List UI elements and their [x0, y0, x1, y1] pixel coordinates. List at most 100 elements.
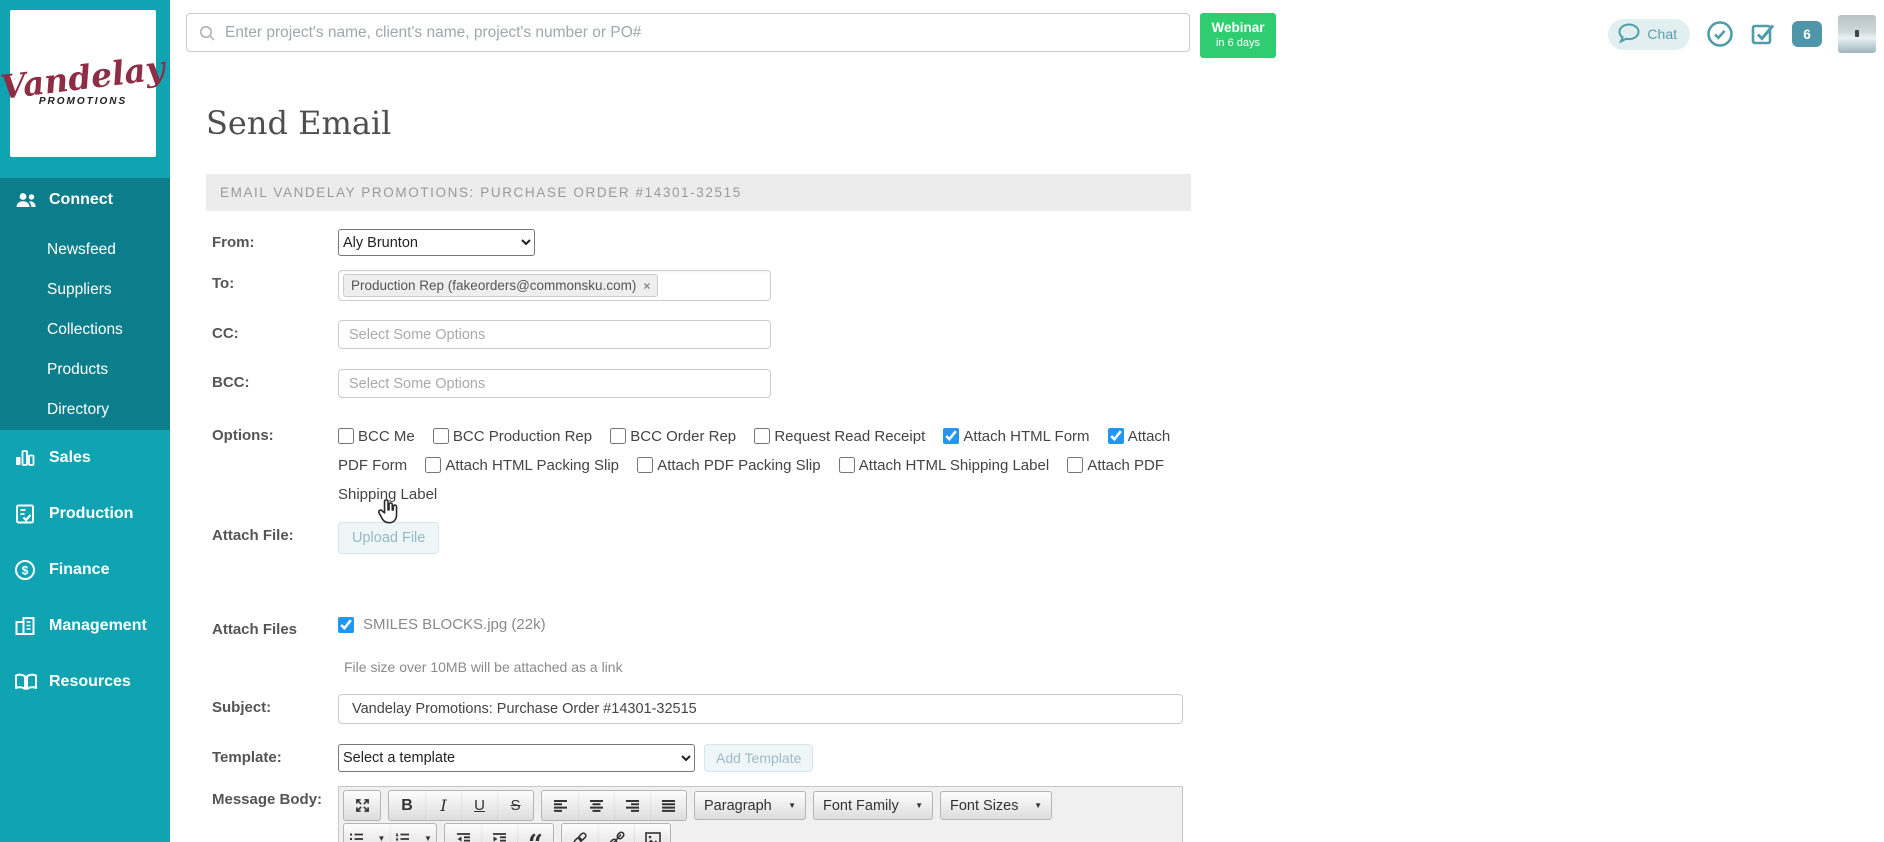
notification-badge[interactable]: 6	[1792, 21, 1822, 47]
align-right-icon[interactable]	[614, 791, 650, 820]
check-circle-icon[interactable]	[1706, 20, 1734, 48]
top-icon-cluster: Chat 6	[1608, 13, 1876, 55]
align-left-icon[interactable]	[542, 791, 578, 820]
option-attach-html-form[interactable]: Attach HTML Form	[943, 428, 1090, 445]
font-size-select[interactable]: Font Sizes ▼	[940, 791, 1052, 820]
from-select[interactable]: Aly Brunton	[338, 229, 535, 256]
bar-chart-icon	[14, 446, 40, 470]
outdent-icon[interactable]	[445, 824, 481, 842]
image-icon[interactable]	[634, 824, 670, 842]
remove-recipient-icon[interactable]: ×	[643, 279, 650, 293]
clipboard-check-icon	[14, 502, 40, 526]
rich-text-editor: B I U S Paragraph ▼ Font Family ▼ Font S…	[338, 786, 1183, 842]
sidebar-item-collections[interactable]: Collections	[0, 310, 170, 350]
sidebar-item-label: Sales	[49, 449, 91, 466]
chevron-down-icon: ▼	[377, 834, 386, 842]
sidebar-item-connect[interactable]: Connect	[0, 178, 170, 222]
font-family-select[interactable]: Font Family ▼	[813, 791, 933, 820]
option-bcc-order-rep[interactable]: BCC Order Rep	[610, 428, 736, 445]
option-request-read-receipt[interactable]: Request Read Receipt	[754, 428, 925, 445]
open-book-icon	[14, 670, 40, 694]
sidebar-item-directory[interactable]: Directory	[0, 390, 170, 430]
align-center-icon[interactable]	[578, 791, 614, 820]
webinar-label: Webinar	[1211, 20, 1265, 36]
sidebar-item-products[interactable]: Products	[0, 350, 170, 390]
subject-input[interactable]	[338, 694, 1183, 724]
attached-file-item[interactable]: SMILES BLOCKS.jpg (22k)	[338, 616, 546, 633]
template-select[interactable]: Select a template	[338, 744, 695, 772]
option-attach-pdf-packing-slip[interactable]: Attach PDF Packing Slip	[637, 457, 821, 474]
indent-icon[interactable]	[481, 824, 517, 842]
search-icon	[198, 24, 216, 47]
strikethrough-icon[interactable]: S	[497, 791, 533, 820]
logo-text: Vandelay	[0, 47, 168, 107]
underline-icon[interactable]: U	[461, 791, 497, 820]
sidebar-item-label: Connect	[49, 191, 113, 208]
message-body-label: Message Body:	[212, 791, 323, 808]
template-label: Template:	[212, 749, 282, 766]
option-bcc-me[interactable]: BCC Me	[338, 428, 415, 445]
building-icon	[14, 614, 40, 638]
italic-icon[interactable]: I	[425, 791, 461, 820]
sidebar-item-resources[interactable]: Resources	[0, 654, 170, 710]
add-template-button[interactable]: Add Template	[704, 744, 814, 772]
sidebar-item-newsfeed[interactable]: Newsfeed	[0, 230, 170, 270]
sidebar-item-label: Resources	[49, 673, 131, 690]
svg-text:$: $	[22, 564, 29, 578]
recipient-tag: Production Rep (fakeorders@commonsku.com…	[343, 274, 659, 297]
connect-subnav: Newsfeed Suppliers Collections Products …	[0, 222, 170, 430]
attach-files-label: Attach Files	[212, 621, 298, 638]
to-input[interactable]: Production Rep (fakeorders@commonsku.com…	[338, 270, 771, 301]
sidebar-item-suppliers[interactable]: Suppliers	[0, 270, 170, 310]
sidebar-main-nav: Sales Production $ Finance Management Re…	[0, 430, 170, 710]
option-bcc-production-rep[interactable]: BCC Production Rep	[432, 428, 592, 445]
align-justify-icon[interactable]	[650, 791, 686, 820]
webinar-sublabel: in 6 days	[1215, 37, 1261, 50]
dollar-circle-icon: $	[14, 558, 40, 582]
chat-label: Chat	[1647, 26, 1677, 42]
from-label: From:	[212, 234, 255, 251]
search-input[interactable]	[186, 13, 1190, 52]
bcc-label: BCC:	[212, 374, 250, 391]
option-attach-html-shipping-label[interactable]: Attach HTML Shipping Label	[838, 457, 1049, 474]
bcc-input[interactable]	[338, 369, 771, 398]
upload-file-button[interactable]: Upload File	[338, 522, 440, 554]
sidebar-item-production[interactable]: Production	[0, 486, 170, 542]
fullscreen-icon[interactable]	[344, 791, 380, 820]
chevron-down-icon: ▼	[788, 801, 796, 810]
to-label: To:	[212, 275, 235, 292]
sidebar-section-connect: Connect Newsfeed Suppliers Collections P…	[0, 178, 170, 430]
sidebar-item-label: Management	[49, 617, 147, 634]
bold-icon[interactable]: B	[389, 791, 425, 820]
option-attach-html-packing-slip[interactable]: Attach HTML Packing Slip	[425, 457, 619, 474]
email-options: BCC Me BCC Production Rep BCC Order Rep …	[338, 422, 1183, 509]
webinar-button[interactable]: Webinar in 6 days	[1200, 13, 1276, 58]
options-label: Options:	[212, 427, 274, 444]
people-icon	[14, 189, 40, 211]
send-email-form: From: Aly Brunton To: Production Rep (fa…	[206, 229, 1884, 842]
bullet-list-icon[interactable]: ▼	[344, 824, 390, 842]
sidebar-item-finance[interactable]: $ Finance	[0, 542, 170, 598]
company-logo[interactable]: Vandelay PROMOTIONS	[0, 10, 167, 157]
sidebar: Vandelay PROMOTIONS Connect Newsfeed Sup…	[0, 0, 170, 842]
subject-label: Subject:	[212, 699, 272, 716]
link-icon[interactable]	[562, 824, 598, 842]
tasks-check-icon[interactable]	[1750, 21, 1776, 47]
blockquote-icon[interactable]: “	[517, 824, 553, 842]
unlink-icon[interactable]	[598, 824, 634, 842]
chat-button[interactable]: Chat	[1608, 18, 1690, 50]
cc-input[interactable]	[338, 320, 771, 349]
sidebar-item-label: Finance	[49, 561, 110, 578]
chevron-down-icon: ▼	[424, 834, 432, 842]
avatar[interactable]	[1838, 15, 1876, 53]
page-content: Send Email EMAIL VANDELAY PROMOTIONS: PU…	[170, 104, 1884, 842]
file-size-note: File size over 10MB will be attached as …	[344, 659, 623, 675]
sidebar-item-management[interactable]: Management	[0, 598, 170, 654]
numbered-list-icon[interactable]: ▼	[390, 824, 436, 842]
page-title: Send Email	[206, 104, 392, 142]
paragraph-select[interactable]: Paragraph ▼	[694, 791, 806, 820]
main-area: Webinar in 6 days Chat 6 Send Email EMAI…	[170, 0, 1884, 842]
chevron-down-icon: ▼	[915, 801, 923, 810]
sidebar-item-sales[interactable]: Sales	[0, 430, 170, 486]
chat-bubble-icon	[1617, 22, 1641, 47]
